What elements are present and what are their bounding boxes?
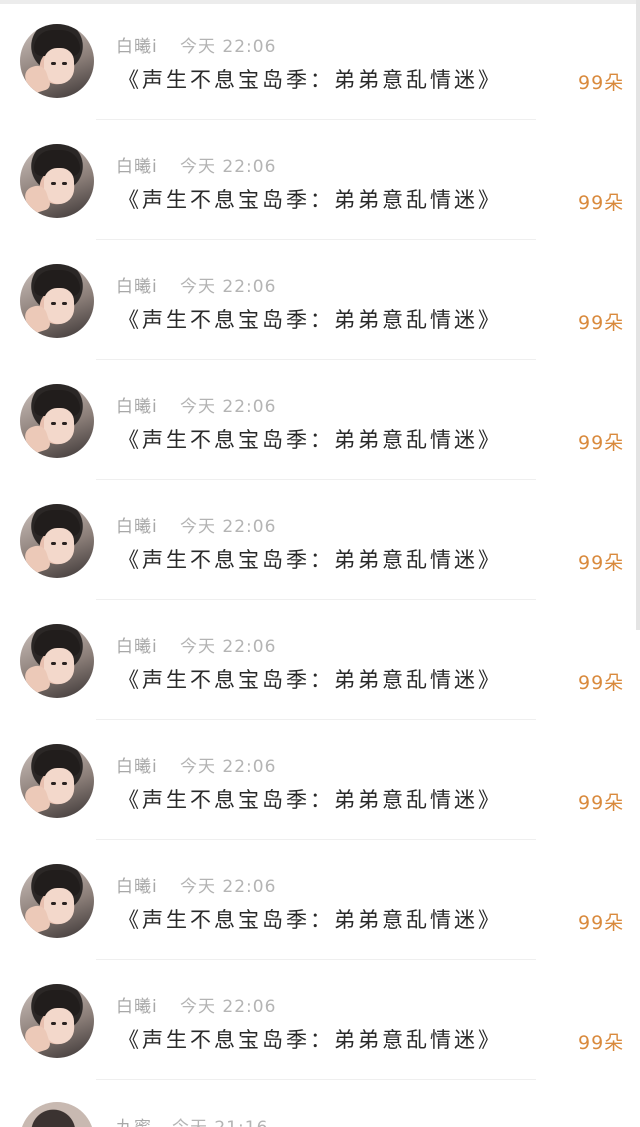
username[interactable]: 白曦i (116, 272, 158, 297)
gift-amount: 99朵 (578, 192, 625, 214)
avatar[interactable] (20, 864, 94, 938)
list-item[interactable]: 白曦i 今天 22:06 《声生不息宝岛季：弟弟意乱情迷》 99朵 (0, 840, 640, 960)
message-text: 《声生不息宝岛季：弟弟意乱情迷》 (118, 188, 502, 212)
timestamp: 今天 22:06 (180, 157, 277, 177)
username[interactable]: 白曦i (116, 512, 158, 537)
avatar[interactable] (20, 144, 94, 218)
avatar[interactable] (20, 384, 94, 458)
timestamp: 今天 22:06 (180, 877, 277, 897)
username[interactable]: 白曦i (116, 632, 158, 657)
message-text: 《声生不息宝岛季：弟弟意乱情迷》 (118, 308, 502, 332)
avatar[interactable] (20, 24, 94, 98)
message-text: 《声生不息宝岛季：弟弟意乱情迷》 (118, 668, 502, 692)
username[interactable]: 白曦i (116, 152, 158, 177)
username[interactable]: 白曦i (116, 32, 158, 57)
list-item-partial[interactable]: 九蜜 今天 21:16 (0, 1080, 640, 1127)
list-item[interactable]: 白曦i 今天 22:06 《声生不息宝岛季：弟弟意乱情迷》 99朵 (0, 120, 640, 240)
timestamp: 今天 22:06 (180, 637, 277, 657)
username[interactable]: 九蜜 (116, 1113, 152, 1127)
gift-amount: 99朵 (578, 432, 625, 454)
avatar[interactable] (20, 504, 94, 578)
avatar[interactable] (20, 624, 94, 698)
message-text: 《声生不息宝岛季：弟弟意乱情迷》 (118, 428, 502, 452)
gift-amount: 99朵 (578, 1032, 625, 1054)
timestamp: 今天 22:06 (180, 277, 277, 297)
timestamp: 今天 22:06 (180, 997, 277, 1017)
avatar[interactable] (20, 744, 94, 818)
avatar[interactable] (20, 984, 94, 1058)
timestamp: 今天 22:06 (180, 37, 277, 57)
gift-amount: 99朵 (578, 792, 625, 814)
gift-amount: 99朵 (578, 312, 625, 334)
list-item[interactable]: 白曦i 今天 22:06 《声生不息宝岛季：弟弟意乱情迷》 99朵 (0, 960, 640, 1080)
timestamp: 今天 21:16 (172, 1113, 268, 1127)
message-text: 《声生不息宝岛季：弟弟意乱情迷》 (118, 788, 502, 812)
gift-amount: 99朵 (578, 672, 625, 694)
list-item[interactable]: 白曦i 今天 22:06 《声生不息宝岛季：弟弟意乱情迷》 99朵 (0, 720, 640, 840)
list-item[interactable]: 白曦i 今天 22:06 《声生不息宝岛季：弟弟意乱情迷》 99朵 (0, 240, 640, 360)
username[interactable]: 白曦i (116, 872, 158, 897)
avatar[interactable] (20, 264, 94, 338)
list-item[interactable]: 白曦i 今天 22:06 《声生不息宝岛季：弟弟意乱情迷》 99朵 (0, 600, 640, 720)
list-item[interactable]: 白曦i 今天 22:06 《声生不息宝岛季：弟弟意乱情迷》 99朵 (0, 360, 640, 480)
gift-amount: 99朵 (578, 72, 625, 94)
message-text: 《声生不息宝岛季：弟弟意乱情迷》 (118, 1028, 502, 1052)
message-text: 《声生不息宝岛季：弟弟意乱情迷》 (118, 548, 502, 572)
username[interactable]: 白曦i (116, 752, 158, 777)
gift-amount: 99朵 (578, 912, 625, 934)
gift-amount: 99朵 (578, 552, 625, 574)
list-item[interactable]: 白曦i 今天 22:06 《声生不息宝岛季：弟弟意乱情迷》 99朵 (0, 480, 640, 600)
timestamp: 今天 22:06 (180, 397, 277, 417)
list-item[interactable]: 白曦i 今天 22:06 《声生不息宝岛季：弟弟意乱情迷》 99朵 (0, 0, 640, 120)
timestamp: 今天 22:06 (180, 757, 277, 777)
username[interactable]: 白曦i (116, 392, 158, 417)
message-text: 《声生不息宝岛季：弟弟意乱情迷》 (118, 908, 502, 932)
message-text: 《声生不息宝岛季：弟弟意乱情迷》 (118, 68, 502, 92)
timestamp: 今天 22:06 (180, 517, 277, 537)
username[interactable]: 白曦i (116, 992, 158, 1017)
avatar[interactable] (20, 1102, 94, 1127)
